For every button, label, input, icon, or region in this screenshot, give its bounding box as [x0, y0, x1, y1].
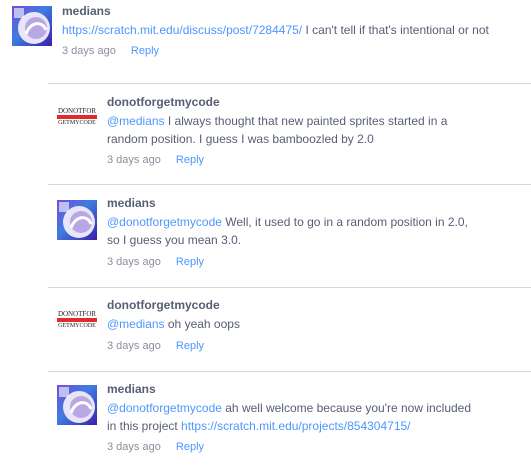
comment-username[interactable]: donotforgetmycode: [107, 298, 220, 312]
medians-avatar-icon: [59, 202, 95, 238]
reply-button[interactable]: Reply: [176, 154, 204, 166]
comment-time: 3 days ago: [107, 154, 161, 166]
comment-text: I can't tell if that's intentional or no…: [305, 23, 489, 37]
mention-link[interactable]: @medians: [107, 317, 165, 331]
comment-username[interactable]: medians: [62, 4, 111, 18]
comment-text: in this project: [107, 419, 182, 433]
comment-body: @donotforgetmycode ah well welcome becau…: [107, 399, 507, 435]
avatar-text-bottom: GETMYCODE: [58, 120, 96, 126]
comment-body: https://scratch.mit.edu/discuss/post/728…: [62, 21, 522, 39]
comment-meta: 3 days ago Reply: [107, 154, 204, 166]
avatar-medians[interactable]: [57, 200, 97, 240]
mention-link[interactable]: @donotforgetmycode: [107, 401, 222, 415]
avatar-text-bottom: GETMYCODE: [58, 323, 96, 329]
comment-text: I always thought that new painted sprite…: [164, 114, 448, 128]
comment-meta: 3 days ago Reply: [107, 441, 204, 453]
comment-link[interactable]: https://scratch.mit.edu/discuss/post/728…: [62, 23, 302, 37]
comment-username[interactable]: medians: [107, 382, 156, 396]
medians-avatar-icon: [59, 387, 95, 423]
avatar-text-top: DONOTFOR: [57, 310, 97, 318]
medians-avatar-icon: [14, 8, 50, 44]
comment-username[interactable]: medians: [107, 196, 156, 210]
avatar-donotforgetmycode[interactable]: DONOTFOR GETMYCODE: [57, 98, 97, 138]
donotforgetmycode-avatar-icon: [57, 115, 97, 119]
divider: [48, 371, 531, 372]
reply-button[interactable]: Reply: [176, 441, 204, 453]
avatar-text-top: DONOTFOR: [57, 107, 97, 115]
mention-link[interactable]: @donotforgetmycode: [107, 215, 222, 229]
reply-button[interactable]: Reply: [176, 340, 204, 352]
comment-body: @medians I always thought that new paint…: [107, 112, 507, 148]
comment-text: ah well welcome because you're now inclu…: [221, 401, 472, 415]
comment-text: oh yeah oops: [164, 317, 240, 331]
divider: [48, 83, 531, 84]
comment-time: 3 days ago: [62, 45, 116, 57]
project-link[interactable]: https://scratch.mit.edu/projects/8543047…: [181, 419, 410, 433]
comment-username[interactable]: donotforgetmycode: [107, 95, 220, 109]
avatar-donotforgetmycode[interactable]: DONOTFOR GETMYCODE: [57, 301, 97, 341]
divider: [48, 184, 531, 185]
comment-body: @donotforgetmycode Well, it used to go i…: [107, 213, 507, 249]
comment-meta: 3 days ago Reply: [62, 45, 159, 57]
avatar-medians[interactable]: [57, 385, 97, 425]
donotforgetmycode-avatar-icon: [57, 318, 97, 322]
reply-button[interactable]: Reply: [131, 45, 159, 57]
comment-meta: 3 days ago Reply: [107, 256, 204, 268]
comment-meta: 3 days ago Reply: [107, 340, 204, 352]
comment-body: @medians oh yeah oops: [107, 315, 507, 333]
avatar-medians[interactable]: [12, 6, 52, 46]
divider: [48, 287, 531, 288]
comment-time: 3 days ago: [107, 441, 161, 453]
comment-time: 3 days ago: [107, 256, 161, 268]
comment-text: Well, it used to go in a random position…: [221, 215, 468, 229]
comment-time: 3 days ago: [107, 340, 161, 352]
comment-text: so I guess you mean 3.0.: [107, 233, 242, 247]
comment-text: random position. I guess I was bamboozle…: [107, 132, 374, 146]
mention-link[interactable]: @medians: [107, 114, 165, 128]
reply-button[interactable]: Reply: [176, 256, 204, 268]
